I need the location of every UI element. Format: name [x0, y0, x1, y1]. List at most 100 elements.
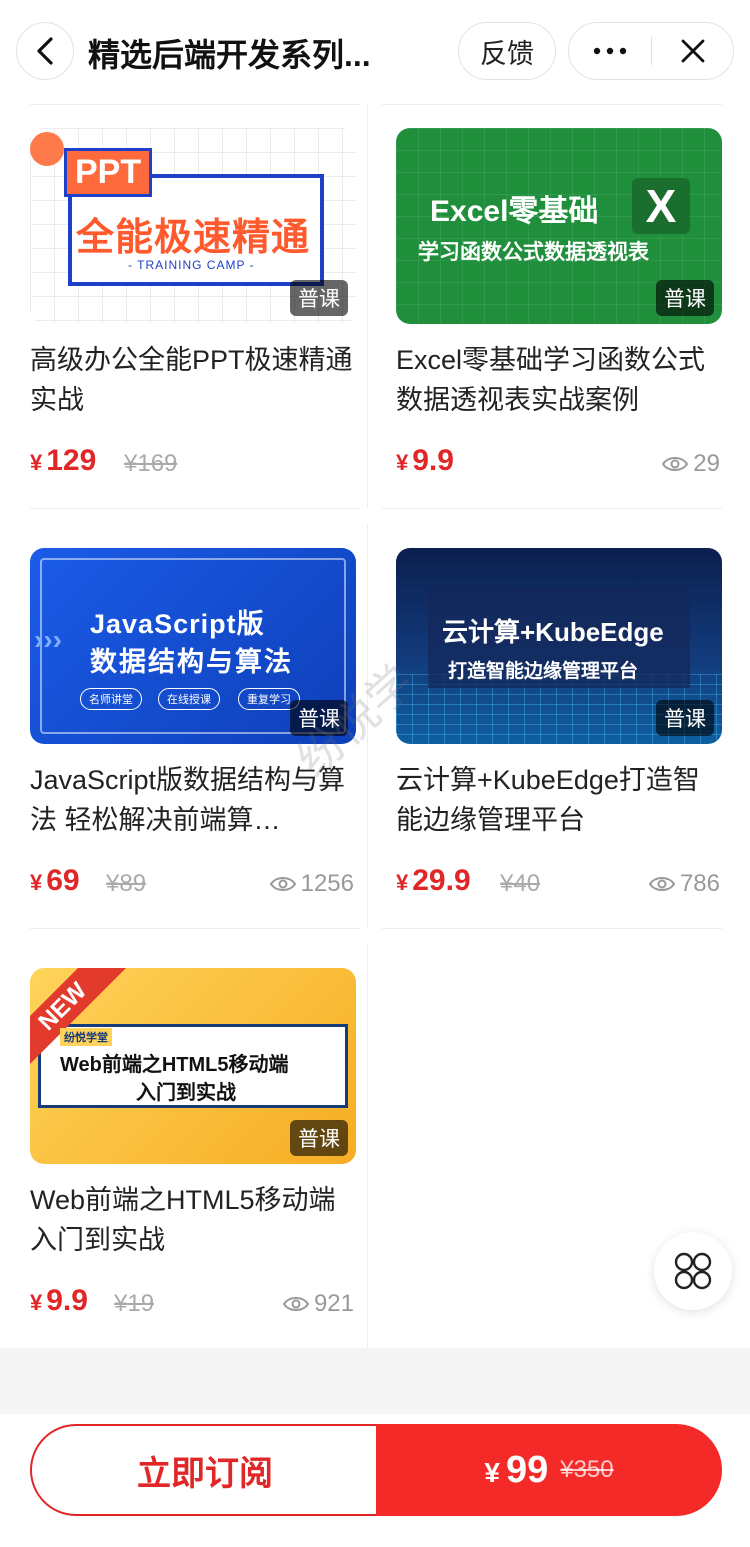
decor-dot	[30, 132, 64, 166]
course-card[interactable]: NEW 纷悦学堂 Web前端之HTML5移动端 入门到实战 普课 Web前端之H…	[30, 968, 356, 1324]
current-price: ¥69	[30, 864, 80, 898]
current-price: ¥9.9	[30, 1284, 88, 1318]
course-type-badge: 普课	[290, 280, 348, 316]
column-divider	[367, 104, 368, 508]
price-row: ¥9.9 29	[396, 444, 722, 484]
course-thumbnail: NEW 纷悦学堂 Web前端之HTML5移动端 入门到实战 普课	[30, 968, 356, 1164]
original-price: ¥89	[106, 870, 147, 897]
price-row: ¥9.9 ¥19 921	[30, 1284, 356, 1324]
thumbnail-subtitle: 学习函数公式数据透视表	[418, 241, 649, 264]
price-value: 29.9	[412, 864, 471, 897]
more-dots-icon	[593, 47, 627, 55]
eye-icon	[648, 877, 676, 891]
bundle-original-price: ¥350	[560, 1456, 614, 1483]
thumbnail-brand: 纷悦学堂	[60, 1028, 112, 1046]
feedback-button[interactable]: 反馈	[458, 22, 556, 80]
course-card[interactable]: 云计算+KubeEdge 打造智能边缘管理平台 普课 云计算+KubeEdge打…	[396, 548, 722, 904]
original-price: ¥19	[114, 1290, 155, 1317]
price-value: 69	[46, 864, 80, 897]
course-title: Excel零基础学习函数公式数据透视表实战案例	[396, 345, 706, 415]
arrows-icon: ›››	[34, 624, 62, 655]
close-button[interactable]	[652, 23, 734, 79]
mini-program-capsule	[568, 22, 734, 80]
floating-menu-button[interactable]	[654, 1232, 732, 1310]
course-type-badge: 普课	[290, 1120, 348, 1156]
buy-button[interactable]: ¥99 ¥350	[376, 1424, 722, 1516]
price-value: 129	[46, 444, 97, 477]
thumbnail-headline: 全能极速精通	[76, 217, 311, 259]
course-type-badge: 普课	[656, 280, 714, 316]
thumbnail-headline: JavaScript版	[90, 609, 265, 639]
thumbnail-pill: 在线授课	[158, 688, 220, 710]
original-price: ¥169	[124, 450, 178, 477]
price-row: ¥29.9 ¥40 786	[396, 864, 722, 904]
thumbnail-subtitle: - TRAINING CAMP -	[128, 258, 255, 272]
course-card[interactable]: ››› JavaScript版 数据结构与算法 名师讲堂 在线授课 重复学习 普…	[30, 548, 356, 904]
back-button[interactable]	[16, 22, 74, 80]
price-value: 9.9	[412, 444, 454, 477]
currency-symbol: ¥	[30, 1290, 43, 1315]
current-price: ¥9.9	[396, 444, 454, 478]
price-value: 9.9	[46, 1284, 88, 1317]
close-icon	[681, 39, 705, 63]
thumbnail-headline: Web前端之HTML5移动端	[60, 1054, 289, 1076]
currency-symbol: ¥	[396, 870, 409, 895]
column-divider	[367, 944, 368, 1348]
current-price: ¥29.9	[396, 864, 471, 898]
row-divider	[30, 928, 360, 929]
page-title: 精选后端开发系列...	[88, 37, 371, 73]
view-count: 921	[282, 1290, 354, 1318]
view-count: 1256	[269, 870, 354, 898]
price-row: ¥69 ¥89 1256	[30, 864, 356, 904]
subscribe-button[interactable]: 立即订阅	[30, 1424, 378, 1516]
row-divider	[382, 104, 722, 105]
course-thumbnail: ››› JavaScript版 数据结构与算法 名师讲堂 在线授课 重复学习 普…	[30, 548, 356, 744]
row-divider	[30, 508, 360, 509]
current-price: ¥129	[30, 444, 96, 478]
currency-symbol: ¥	[396, 450, 409, 475]
view-count: 786	[648, 870, 720, 898]
course-title: 云计算+KubeEdge打造智能边缘管理平台	[396, 765, 700, 835]
eye-icon	[269, 877, 296, 891]
eye-icon	[282, 1297, 310, 1311]
course-card[interactable]: PPT 全能极速精通 - TRAINING CAMP - 普课 高级办公全能PP…	[30, 128, 356, 484]
view-count-value: 1256	[300, 870, 354, 897]
course-thumbnail: 云计算+KubeEdge 打造智能边缘管理平台 普课	[396, 548, 722, 744]
course-title: JavaScript版数据结构与算法 轻松解决前端算…	[30, 765, 346, 835]
row-divider	[382, 508, 722, 509]
thumbnail-pill: 名师讲堂	[80, 688, 142, 710]
currency-symbol: ¥	[30, 450, 43, 475]
column-divider	[367, 524, 368, 928]
row-divider	[382, 928, 722, 929]
thumbnail-headline: 云计算+KubeEdge	[442, 617, 664, 647]
thumbnail-subtitle: 数据结构与算法	[90, 647, 293, 677]
view-count-value: 29	[693, 450, 720, 477]
thumbnail-headline: Excel零基础	[430, 195, 599, 228]
more-button[interactable]	[569, 23, 651, 79]
currency-symbol: ¥	[30, 870, 43, 895]
row-divider	[30, 104, 360, 105]
excel-logo-icon: X	[632, 178, 690, 234]
bundle-price: ¥99	[484, 1449, 548, 1492]
thumbnail-subtitle: 入门到实战	[136, 1082, 236, 1104]
bottom-action-bar: 立即订阅 ¥99 ¥350	[0, 1414, 750, 1547]
thumbnail-subtitle: 打造智能边缘管理平台	[448, 661, 639, 682]
view-count-value: 786	[679, 870, 720, 897]
course-thumbnail: PPT 全能极速精通 - TRAINING CAMP - 普课	[30, 128, 356, 324]
eye-icon	[662, 457, 689, 471]
thumbnail-tag: PPT	[64, 148, 153, 197]
grid-menu-icon	[674, 1252, 712, 1290]
course-title: Web前端之HTML5移动端入门到实战	[30, 1185, 336, 1255]
bundle-price-value: 99	[505, 1448, 549, 1491]
original-price: ¥40	[500, 870, 541, 897]
course-type-badge: 普课	[290, 700, 348, 736]
view-count-value: 921	[313, 1290, 354, 1317]
course-card[interactable]: Excel零基础 X 学习函数公式数据透视表 普课 Excel零基础学习函数公式…	[396, 128, 722, 484]
price-row: ¥129 ¥169	[30, 444, 356, 484]
view-count: 29	[661, 450, 720, 478]
course-title: 高级办公全能PPT极速精通实战	[30, 345, 353, 415]
chevron-left-icon	[37, 37, 53, 65]
course-type-badge: 普课	[656, 700, 714, 736]
content-footer-spacer	[0, 1348, 750, 1414]
course-thumbnail: Excel零基础 X 学习函数公式数据透视表 普课	[396, 128, 722, 324]
